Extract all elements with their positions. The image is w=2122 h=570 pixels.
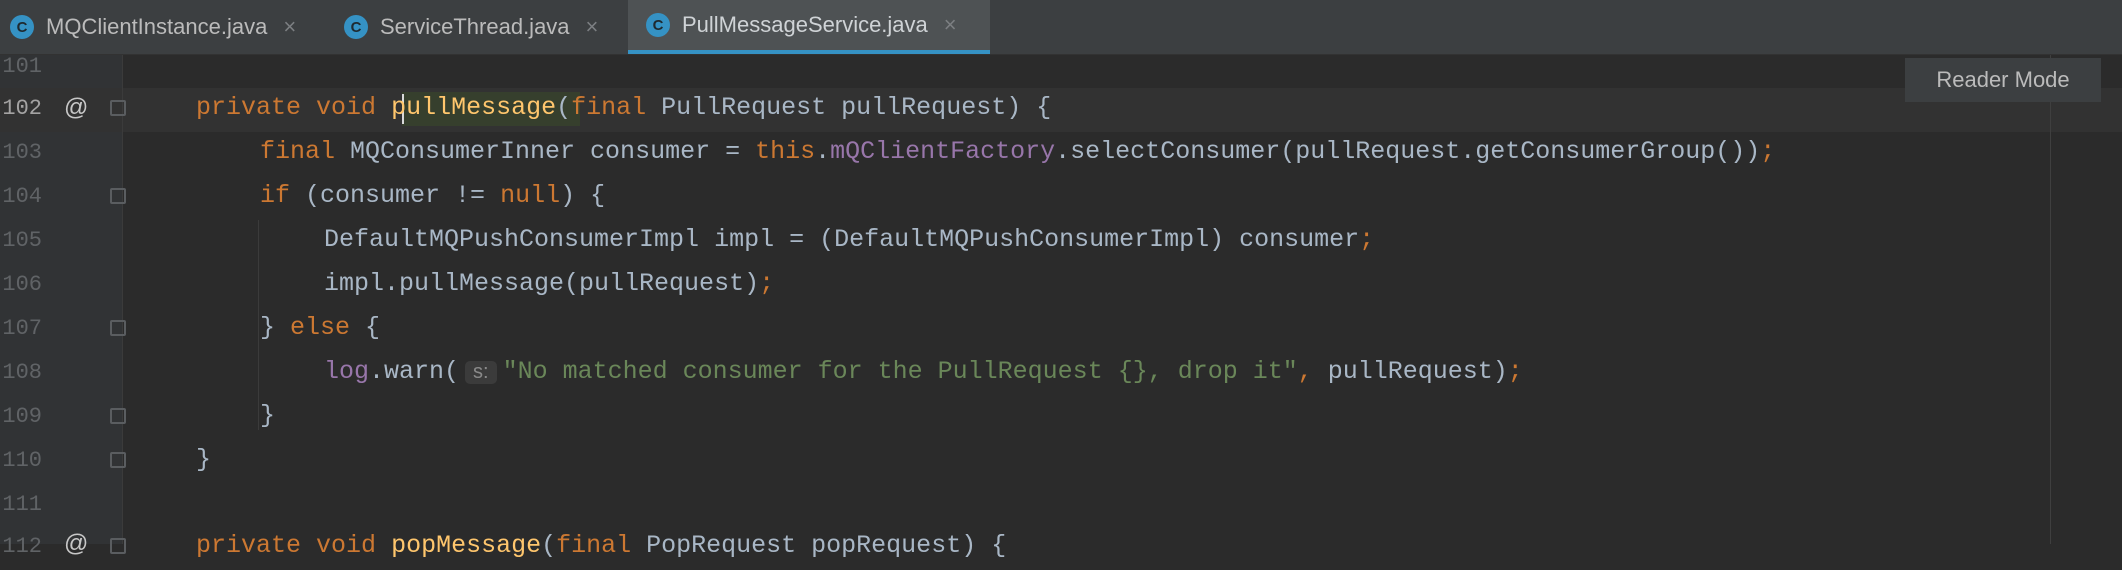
fold-icon[interactable] [110, 188, 126, 204]
tab-servicethread[interactable]: C ServiceThread.java × [344, 0, 626, 54]
tab-label: PullMessageService.java [682, 12, 928, 37]
parameter-hint: s: [465, 361, 497, 384]
line-number: 112 [2, 534, 42, 559]
fold-end-icon[interactable] [110, 452, 126, 468]
code-text[interactable]: private void popMessage(final PopRequest… [196, 531, 1006, 560]
class-c-icon: C [10, 15, 34, 39]
close-icon[interactable]: × [283, 14, 296, 40]
code-text[interactable]: final MQConsumerInner consumer = this.mQ… [260, 137, 1775, 166]
implements-marker-icon[interactable]: @ [64, 530, 88, 558]
tab-label: ServiceThread.java [380, 14, 570, 39]
code-text[interactable]: private void pullMessage(final PullReque… [196, 93, 1051, 122]
close-icon[interactable]: × [944, 12, 957, 38]
code-line-110: 110 } [0, 440, 2122, 484]
code-text[interactable]: } [260, 401, 275, 430]
fold-end-icon[interactable] [110, 408, 126, 424]
code-line-111: 111 [0, 484, 2122, 528]
close-icon[interactable]: × [586, 14, 599, 40]
line-number: 105 [2, 228, 42, 253]
class-c-icon: C [344, 15, 368, 39]
line-number: 102 [2, 96, 42, 121]
code-line-106: 106 impl.pullMessage(pullRequest); [0, 264, 2122, 308]
code-text[interactable]: if (consumer != null) { [260, 181, 605, 210]
code-line-107: 107 } else { [0, 308, 2122, 352]
code-line-102: 102 @ private void pullMessage(final Pul… [0, 88, 2122, 132]
class-c-icon: C [646, 13, 670, 37]
code-text[interactable]: impl.pullMessage(pullRequest); [324, 269, 774, 298]
code-text[interactable]: log.warn(s: "No matched consumer for the … [324, 357, 1523, 386]
code-text[interactable]: DefaultMQPushConsumerImpl impl = (Defaul… [324, 225, 1374, 254]
editor-tab-bar: C MQClientInstance.java × C ServiceThrea… [0, 0, 2122, 55]
line-number: 108 [2, 360, 42, 385]
line-number: 111 [2, 492, 42, 517]
fold-icon[interactable] [110, 538, 126, 554]
code-line-101: 101 [0, 48, 2122, 92]
line-number: 101 [2, 54, 42, 79]
code-line-109: 109 } [0, 396, 2122, 440]
code-line-105: 105 DefaultMQPushConsumerImpl impl = (De… [0, 220, 2122, 264]
code-line-103: 103 final MQConsumerInner consumer = thi… [0, 132, 2122, 176]
line-number: 107 [2, 316, 42, 341]
code-line-112: 112 @ private void popMessage(final PopR… [0, 526, 2122, 570]
fold-icon[interactable] [110, 320, 126, 336]
tab-mqclientinstance[interactable]: C MQClientInstance.java × [0, 0, 330, 54]
code-line-108: 108 log.warn(s: "No matched consumer for … [0, 352, 2122, 396]
line-number: 103 [2, 140, 42, 165]
fold-icon[interactable] [110, 100, 126, 116]
tab-pullmessageservice[interactable]: C PullMessageService.java × [628, 0, 990, 54]
code-text[interactable]: } else { [260, 313, 380, 342]
code-text[interactable]: } [196, 445, 211, 474]
implements-marker-icon[interactable]: @ [64, 94, 88, 122]
line-number: 110 [2, 448, 42, 473]
line-number: 109 [2, 404, 42, 429]
line-number: 104 [2, 184, 42, 209]
line-number: 106 [2, 272, 42, 297]
code-line-104: 104 if (consumer != null) { [0, 176, 2122, 220]
tab-label: MQClientInstance.java [46, 14, 268, 39]
